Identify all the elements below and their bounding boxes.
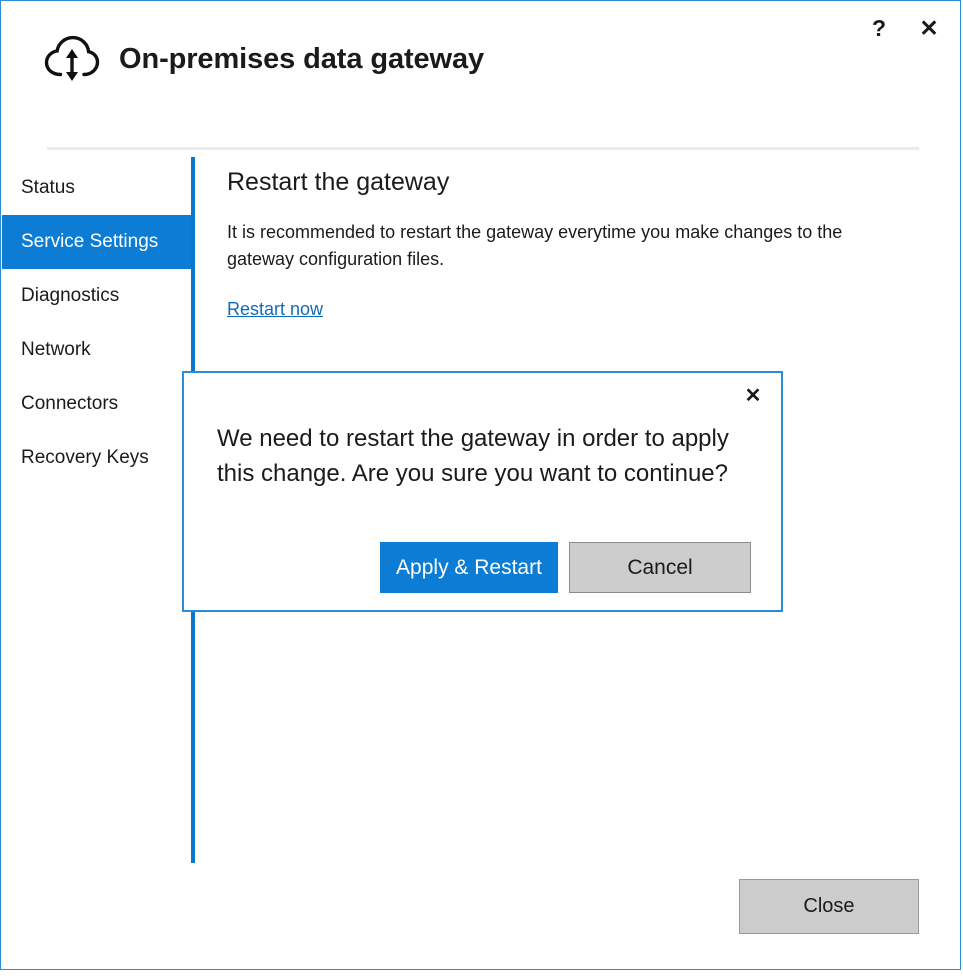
sidebar-item-network[interactable]: Network [2, 323, 192, 377]
sidebar-item-service-settings[interactable]: Service Settings [2, 215, 192, 269]
cancel-button[interactable]: Cancel [569, 542, 751, 593]
sidebar-nav: Status Service Settings Diagnostics Netw… [2, 161, 192, 485]
app-window: ? ✕ On-premises data gateway Status Serv… [0, 0, 961, 970]
restart-section-title: Restart the gateway [227, 169, 927, 197]
help-button[interactable]: ? [864, 13, 894, 43]
sidebar-item-status[interactable]: Status [2, 161, 192, 215]
sidebar-item-diagnostics[interactable]: Diagnostics [2, 269, 192, 323]
app-header: On-premises data gateway [43, 33, 484, 85]
dialog-message: We need to restart the gateway in order … [217, 421, 757, 491]
dialog-actions: Apply & Restart Cancel [380, 542, 751, 593]
sidebar-item-recovery-keys[interactable]: Recovery Keys [2, 431, 192, 485]
titlebar-controls: ? ✕ [864, 13, 944, 43]
sidebar-item-connectors[interactable]: Connectors [2, 377, 192, 431]
restart-now-link[interactable]: Restart now [227, 299, 323, 320]
restart-section-body: It is recommended to restart the gateway… [227, 219, 899, 273]
header-divider [47, 147, 919, 150]
close-button[interactable]: Close [739, 879, 919, 934]
page-title: On-premises data gateway [119, 43, 484, 76]
restart-confirmation-dialog: ✕ We need to restart the gateway in orde… [182, 371, 783, 612]
cloud-sync-icon [43, 33, 101, 85]
dialog-close-icon[interactable]: ✕ [737, 379, 769, 411]
apply-and-restart-button[interactable]: Apply & Restart [380, 542, 558, 593]
close-window-button[interactable]: ✕ [914, 13, 944, 43]
